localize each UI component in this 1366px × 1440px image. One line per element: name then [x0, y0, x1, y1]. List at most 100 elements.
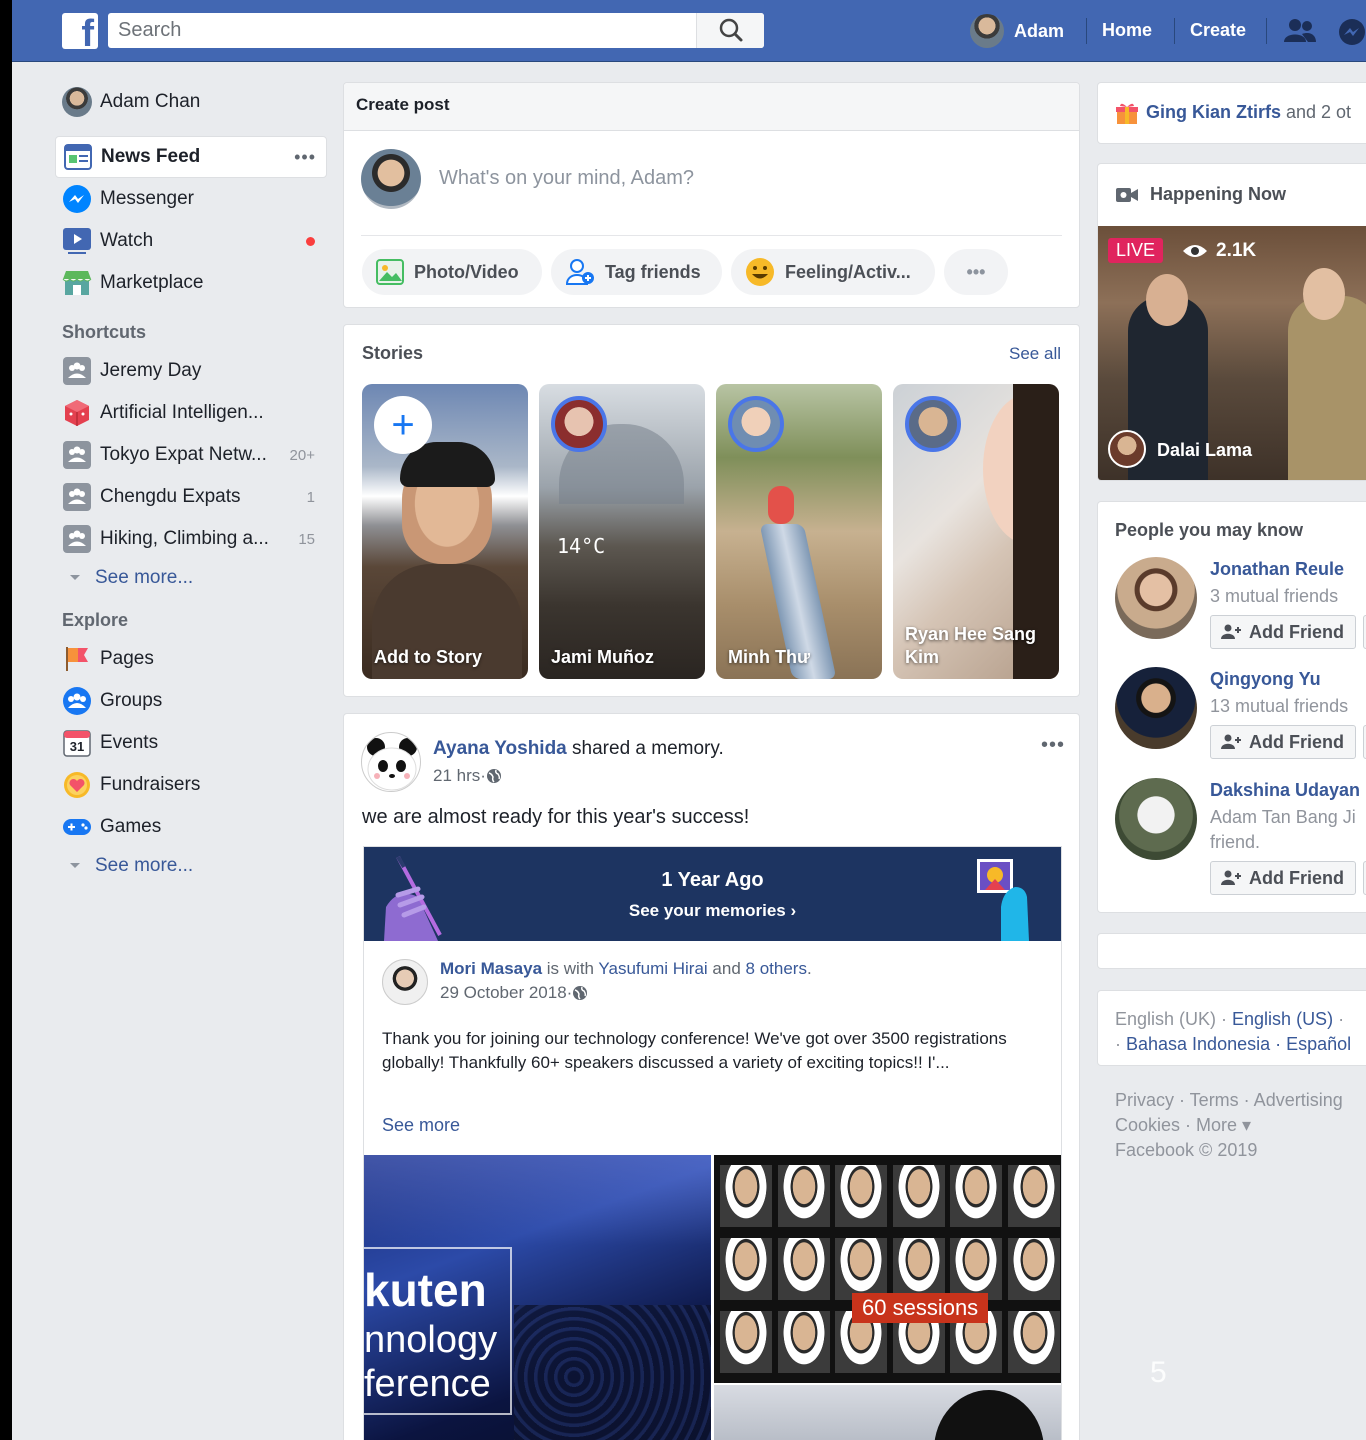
shortcut-item[interactable]: Artificial Intelligen... [55, 392, 327, 434]
marketplace-icon [62, 268, 92, 298]
sidebar-item-label: Messenger [100, 188, 194, 209]
add-friend-button[interactable]: Add Friend [1210, 615, 1356, 649]
language-link[interactable]: Bahasa Indonesia · Español [1126, 1034, 1351, 1054]
sidebar-item-messenger[interactable]: Messenger [55, 178, 327, 220]
see-more-link[interactable]: See more [382, 1115, 460, 1136]
stories-see-all-link[interactable]: See all [1009, 344, 1061, 364]
feeling-activity-button[interactable]: Feeling/Activ... [731, 249, 935, 295]
friend-requests-icon[interactable] [1284, 18, 1316, 47]
shortcut-item[interactable]: Jeremy Day [55, 350, 327, 392]
speaker-photo [777, 1165, 830, 1227]
live-broadcaster-name[interactable]: Dalai Lama [1157, 440, 1252, 461]
mutual-friends-text[interactable]: Adam Tan Bang Ji friend. [1210, 805, 1356, 855]
language-link[interactable]: English (US) [1232, 1009, 1333, 1029]
person-name-link[interactable]: Qingyong Yu [1210, 669, 1321, 690]
explore-see-more[interactable]: See more... [55, 848, 327, 884]
sidebar-item-games[interactable]: Games [55, 806, 327, 848]
sidebar-item-label: Marketplace [100, 272, 204, 293]
status-composer-input[interactable]: What's on your mind, Adam? [439, 167, 694, 190]
tagged-others-link[interactable]: 8 others [746, 959, 807, 978]
avatar[interactable] [382, 959, 428, 1005]
conference-photo[interactable]: kuten nnology ference [364, 1155, 711, 1440]
chevron-down-icon [70, 863, 80, 868]
avatar[interactable] [361, 732, 421, 792]
sidebar-item-label: Jeremy Day [100, 360, 202, 381]
speaker-photo [720, 1311, 772, 1373]
avatar [361, 149, 421, 209]
messenger-icon[interactable] [1337, 17, 1366, 50]
post-options-icon[interactable]: ••• [1041, 734, 1065, 757]
shortcut-item[interactable]: Chengdu Expats 1 [55, 476, 327, 518]
post-timestamp[interactable]: 21 hrs [433, 766, 480, 786]
avatar[interactable] [1115, 667, 1197, 749]
avatar[interactable] [1115, 557, 1197, 639]
left-sidebar: Adam Chan News Feed ••• Messenger Watch … [55, 80, 327, 884]
add-friend-button[interactable]: Add Friend [1210, 861, 1356, 895]
person-name-link[interactable]: Dakshina Udayan [1210, 780, 1360, 801]
group-icon [62, 440, 92, 470]
mutual-friends-text[interactable]: 13 mutual friends [1210, 694, 1348, 719]
birthday-card[interactable]: Ging Kian Ztirfs and 2 ot [1097, 82, 1366, 144]
audience [514, 1305, 711, 1440]
tag-friends-button[interactable]: Tag friends [551, 249, 722, 295]
sidebar-item-events[interactable]: 31 Events [55, 722, 327, 764]
live-video-thumbnail[interactable]: LIVE 2.1K Dalai Lama [1098, 226, 1366, 480]
avatar[interactable] [1115, 778, 1197, 860]
nav-profile-link[interactable]: Adam [970, 14, 1064, 48]
sidebar-item-marketplace[interactable]: Marketplace [55, 262, 327, 304]
speakers-photo[interactable]: 60 sessions [714, 1155, 1061, 1383]
more-options-icon[interactable]: ••• [294, 147, 316, 168]
story-item[interactable]: Minh Thư [716, 384, 882, 679]
shared-post-header: Mori Masaya is with Yasufumi Hirai and 8… [440, 959, 812, 978]
story-item[interactable]: Ryan Hee Sang Kim [893, 384, 1059, 679]
shortcut-item[interactable]: Hiking, Climbing a... 15 [55, 518, 327, 560]
language-line: English (UK) · English (US) · [1115, 1009, 1345, 1029]
mutual-friends-text[interactable]: 3 mutual friends [1210, 584, 1338, 609]
sidebar-item-label: Pages [100, 648, 154, 669]
photo-video-button[interactable]: Photo/Video [362, 249, 542, 295]
count-badge: 1 [306, 488, 315, 506]
sidebar-item-pages[interactable]: Pages [55, 638, 327, 680]
post-author-link[interactable]: Ayana Yoshida [433, 738, 567, 759]
tagged-person-link[interactable]: Yasufumi Hirai [598, 959, 707, 978]
shared-author-link[interactable]: Mori Masaya [440, 959, 542, 978]
search-input[interactable] [118, 13, 688, 48]
memory-banner[interactable]: 1 Year Ago See your memories › [364, 847, 1061, 941]
conference-photo-2[interactable] [714, 1385, 1061, 1440]
footer-links[interactable]: Cookies · More ▾ [1115, 1115, 1251, 1136]
sidebar-item-label: Adam Chan [100, 91, 201, 112]
happening-now-card: Happening Now LIVE 2.1K Dalai Lama [1097, 163, 1366, 481]
shortcuts-see-more[interactable]: See more... [55, 560, 327, 596]
gift-icon [1116, 103, 1138, 124]
birthday-person-link[interactable]: Ging Kian Ztirfs [1146, 102, 1281, 122]
sidebar-item-profile[interactable]: Adam Chan [55, 80, 327, 124]
nav-home-link[interactable]: Home [1102, 20, 1152, 41]
live-person-right-face [1303, 268, 1345, 320]
birthday-text: Ging Kian Ztirfs and 2 ot [1146, 102, 1352, 122]
story-add[interactable]: + Add to Story [362, 384, 528, 679]
facebook-logo-icon[interactable]: f [62, 13, 98, 53]
sidebar-item-groups[interactable]: Groups [55, 680, 327, 722]
shared-memory: 1 Year Ago See your memories › Mori Masa… [363, 846, 1062, 1440]
sidebar-item-fundraisers[interactable]: Fundraisers [55, 764, 327, 806]
sidebar-item-label: News Feed [101, 146, 201, 167]
story-item[interactable]: 14°C Jami Muñoz [539, 384, 705, 679]
sidebar-item-news-feed[interactable]: News Feed ••• [55, 136, 327, 178]
sidebar-item-label: Hiking, Climbing a... [100, 528, 269, 549]
story-avatar [728, 396, 784, 452]
sidebar-item-label: Tokyo Expat Netw... [100, 444, 267, 465]
see-memories-link[interactable]: See your memories › [364, 901, 1061, 921]
add-story-plus-icon[interactable]: + [374, 396, 432, 454]
sidebar-item-watch[interactable]: Watch [55, 220, 327, 262]
person-name-link[interactable]: Jonathan Reule [1210, 559, 1344, 580]
calendar-icon: 31 [62, 728, 92, 758]
footer-links[interactable]: Privacy · Terms · Advertising [1115, 1090, 1343, 1111]
add-friend-button[interactable]: Add Friend [1210, 725, 1356, 759]
sidebar-item-label: Games [100, 816, 162, 837]
search-button[interactable] [696, 13, 764, 48]
post-action-text: shared a memory. [566, 738, 724, 759]
nav-create-link[interactable]: Create [1190, 20, 1246, 41]
speaker-photo [777, 1311, 830, 1373]
more-options-button[interactable]: ••• [944, 249, 1008, 295]
shortcut-item[interactable]: Tokyo Expat Netw... 20+ [55, 434, 327, 476]
